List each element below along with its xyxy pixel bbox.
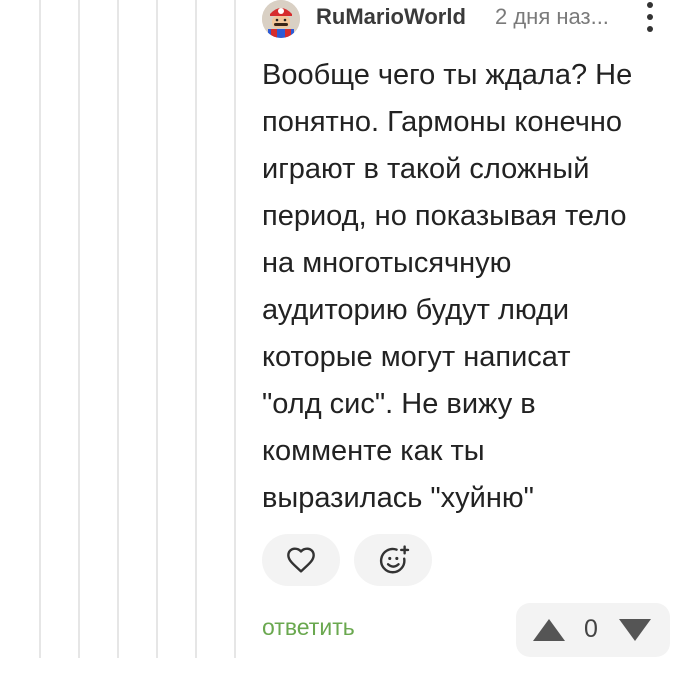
reply-link[interactable]: ответить bbox=[262, 614, 355, 641]
comment-text-line: период, но показывая тело bbox=[262, 200, 627, 232]
comment-body: Вообще чего ты ждала? Не понятно. Гармон… bbox=[262, 52, 682, 522]
thread-indent-line bbox=[117, 0, 119, 658]
vote-widget: 0 bbox=[516, 603, 670, 657]
comment-text-line: "олд сис". Не вижу в bbox=[262, 388, 536, 420]
triangle-down-icon[interactable] bbox=[618, 618, 652, 642]
thread-indent-line bbox=[156, 0, 158, 658]
comment-text-line: на многотысячную bbox=[262, 247, 512, 279]
like-button[interactable] bbox=[262, 534, 340, 586]
thread-indent-line bbox=[39, 0, 41, 658]
comment-text-line: которые могут написат bbox=[262, 341, 571, 373]
comment-timestamp: 2 дня наз... bbox=[495, 4, 609, 29]
comment-thread-page: RuMarioWorld 2 дня наз... Вообще чего ты… bbox=[0, 0, 700, 696]
comment-text-line: аудиторию будут люди bbox=[262, 294, 570, 326]
triangle-up-icon[interactable] bbox=[532, 618, 566, 642]
comment-text-line: выразилась "хуйню" bbox=[262, 482, 534, 514]
add-emoji-icon bbox=[379, 545, 410, 574]
comment-text-line: комменте как ты bbox=[262, 435, 485, 467]
thread-indent-line bbox=[234, 0, 236, 658]
comment-header: RuMarioWorld 2 дня наз... bbox=[262, 0, 672, 38]
comment-text-line: понятно. Гармоны конечно bbox=[262, 106, 622, 138]
comment-author[interactable]: RuMarioWorld bbox=[316, 4, 466, 30]
comment-text-line: Вообще чего ты ждала? Не bbox=[262, 59, 633, 91]
more-vertical-icon[interactable] bbox=[638, 0, 662, 34]
thread-indent-line bbox=[195, 0, 197, 658]
comment-text-line: играют в такой сложный bbox=[262, 153, 590, 185]
add-reaction-button[interactable] bbox=[354, 534, 432, 586]
thread-indent-line bbox=[78, 0, 80, 658]
avatar[interactable] bbox=[262, 0, 300, 38]
vote-count: 0 bbox=[584, 615, 598, 643]
heart-outline-icon bbox=[287, 547, 315, 573]
mario-avatar-icon bbox=[262, 0, 300, 38]
